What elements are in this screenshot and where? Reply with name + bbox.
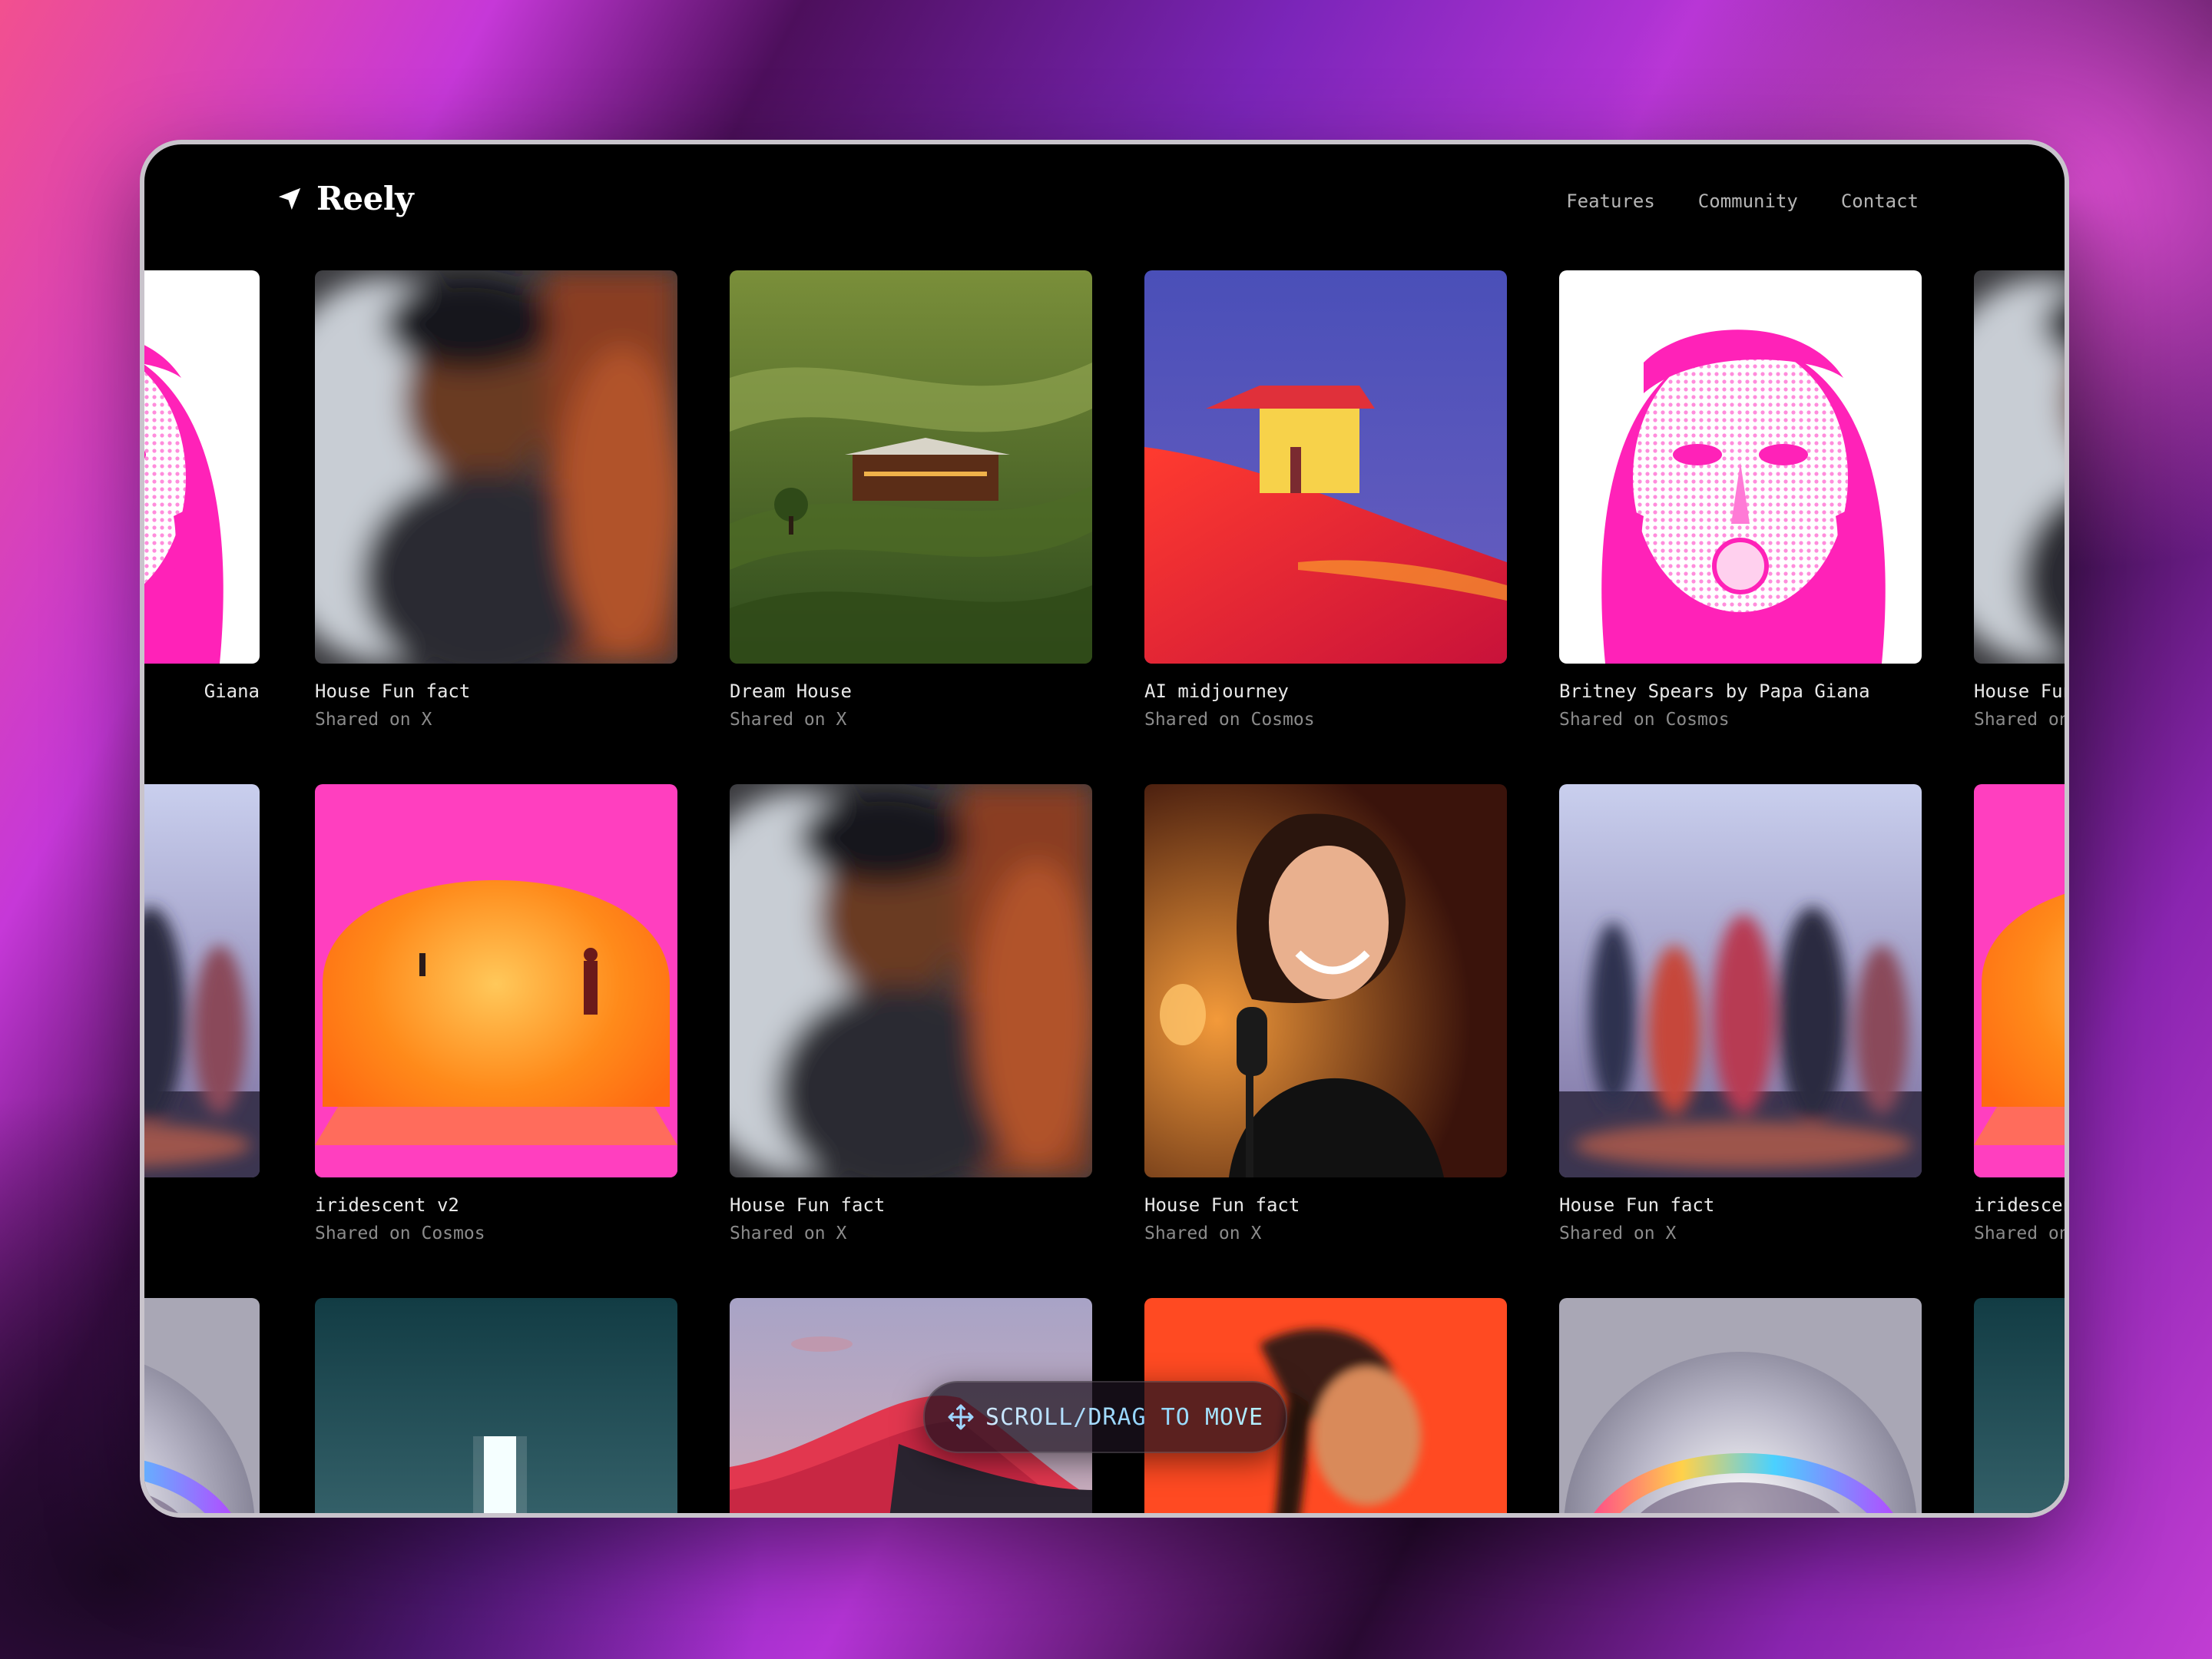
paper-plane-icon	[278, 187, 301, 210]
card-image-art	[1144, 270, 1507, 664]
card-image[interactable]	[1144, 270, 1507, 664]
card-subtitle: Shared on X	[730, 1224, 847, 1243]
gallery-card[interactable]: iridescen Shared on	[1974, 784, 2069, 1243]
card-image[interactable]	[1559, 270, 1922, 664]
card-image[interactable]	[144, 784, 260, 1177]
card-image[interactable]	[315, 1298, 677, 1513]
card-title: House Fun	[1974, 680, 2069, 702]
card-image-art	[144, 784, 260, 1177]
card-image-art	[730, 270, 1092, 664]
card-title: House Fun fact	[1144, 1194, 1300, 1216]
gallery-card[interactable]: Giana	[144, 270, 260, 702]
card-image[interactable]	[144, 270, 260, 664]
card-image-art	[1559, 1298, 1922, 1513]
gallery-card[interactable]	[144, 784, 260, 1177]
card-image[interactable]	[315, 784, 677, 1177]
card-image-art	[144, 270, 260, 664]
card-image-art	[1974, 1298, 2065, 1513]
card-image-art	[1974, 784, 2065, 1177]
card-image-art	[1559, 784, 1922, 1177]
card-image[interactable]	[1974, 270, 2065, 664]
gallery-card[interactable]	[144, 1298, 260, 1513]
card-title: iridescent v2	[315, 1194, 459, 1216]
app-window: Giana House Fun fact Shared on X Dream Ho…	[140, 140, 2069, 1518]
card-image[interactable]	[730, 784, 1092, 1177]
card-image[interactable]	[315, 270, 677, 664]
card-subtitle: Shared on Cosmos	[1559, 710, 1730, 730]
nav-contact[interactable]: Contact	[1841, 190, 1919, 212]
hint-text: SCROLL/DRAG TO MOVE	[985, 1403, 1264, 1431]
card-subtitle: Shared on X	[730, 710, 847, 730]
brand-name: Reely	[316, 180, 414, 217]
main-nav: Features Community Contact	[1566, 190, 1919, 212]
card-title: Giana	[204, 680, 260, 702]
card-image-art	[315, 1298, 677, 1513]
card-title: Britney Spears by Papa Giana	[1559, 680, 1870, 702]
card-subtitle: Shared on X	[315, 710, 432, 730]
card-subtitle: Shared on Cosmos	[315, 1224, 485, 1243]
top-bar: Reely Features Community Contact	[144, 144, 2065, 260]
image-grid[interactable]: Giana House Fun fact Shared on X Dream Ho…	[144, 144, 2065, 1513]
card-image[interactable]	[1974, 1298, 2065, 1513]
gallery-card[interactable]: AI midjourney Shared on Cosmos	[1144, 270, 1507, 730]
card-subtitle: Shared on X	[1144, 1224, 1262, 1243]
card-image[interactable]	[144, 1298, 260, 1513]
nav-features[interactable]: Features	[1566, 190, 1655, 212]
brand-logo[interactable]: Reely	[276, 180, 414, 217]
card-subtitle: Shared on	[1974, 1224, 2069, 1243]
gallery-card[interactable]: House Fun fact Shared on X	[730, 784, 1092, 1243]
card-title: AI midjourney	[1144, 680, 1289, 702]
gallery-card[interactable]: Britney Spears by Papa Giana Shared on Co…	[1559, 270, 1922, 730]
gallery-card[interactable]: iridescent v2 Shared on Cosmos	[315, 784, 677, 1243]
card-image[interactable]	[1144, 784, 1507, 1177]
card-image[interactable]	[1974, 784, 2065, 1177]
card-image-art	[730, 784, 1092, 1177]
gallery-card[interactable]: House Fun fact Shared on X	[1559, 784, 1922, 1243]
card-title: iridescen	[1974, 1194, 2069, 1216]
scroll-drag-hint[interactable]: SCROLL/DRAG TO MOVE	[923, 1381, 1287, 1453]
card-title: House Fun fact	[315, 680, 471, 702]
card-image[interactable]	[1559, 784, 1922, 1177]
card-image[interactable]	[1559, 1298, 1922, 1513]
gallery-card[interactable]: Dream House Shared on X	[730, 270, 1092, 730]
card-image-art	[1974, 270, 2065, 664]
card-image-art	[1144, 784, 1507, 1177]
card-title: House Fun fact	[1559, 1194, 1715, 1216]
card-subtitle: Shared on X	[1559, 1224, 1677, 1243]
card-image[interactable]	[730, 270, 1092, 664]
card-subtitle: Shared on Cosmos	[1144, 710, 1315, 730]
card-subtitle: Shared on	[1974, 710, 2069, 730]
gallery-card[interactable]	[315, 1298, 677, 1513]
gallery-card[interactable]: House Fun fact Shared on X	[315, 270, 677, 730]
gallery-card[interactable]	[1974, 1298, 2065, 1513]
nav-community[interactable]: Community	[1698, 190, 1798, 212]
card-image-art	[144, 1298, 260, 1513]
card-image-art	[1559, 270, 1922, 664]
card-title: Dream House	[730, 680, 852, 702]
card-title: House Fun fact	[730, 1194, 886, 1216]
card-image-art	[315, 270, 677, 664]
gallery-card[interactable]: House Fun Shared on	[1974, 270, 2069, 730]
gallery-card[interactable]: House Fun fact Shared on X	[1144, 784, 1507, 1243]
card-image-art	[315, 784, 677, 1177]
move-arrows-icon	[948, 1404, 974, 1430]
gallery-card[interactable]	[1559, 1298, 1922, 1513]
